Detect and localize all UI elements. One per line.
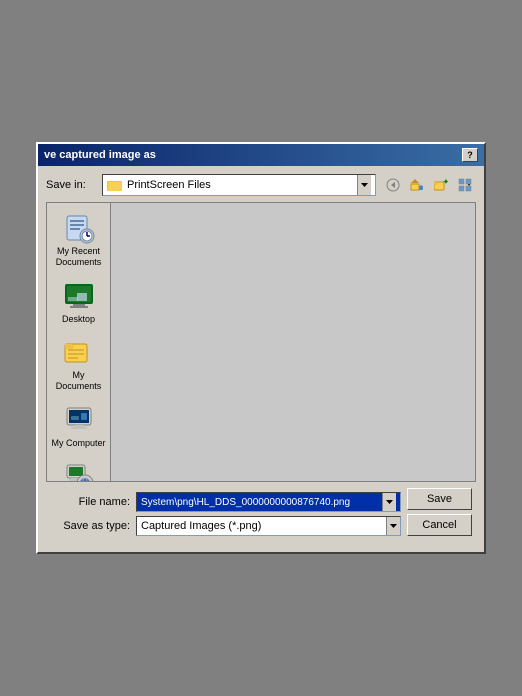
toolbar-buttons: ✦: [382, 174, 476, 196]
fields-container: File name: System\png\HL_DDS_00000000008…: [50, 492, 401, 536]
sidebar-item-recent[interactable]: My Recent Documents: [49, 207, 109, 273]
sidebar-item-computer[interactable]: My Computer: [49, 399, 109, 454]
computer-label: My Computer: [52, 438, 106, 449]
back-button[interactable]: [382, 174, 404, 196]
file-area[interactable]: [111, 202, 476, 482]
sidebar-item-desktop[interactable]: Desktop: [49, 275, 109, 330]
desktop-icon: [63, 280, 95, 312]
dialog-title: ve captured image as: [44, 149, 156, 161]
help-button[interactable]: ?: [462, 148, 478, 162]
sidebar-item-documents[interactable]: My Documents: [49, 331, 109, 397]
network-icon: [63, 461, 95, 482]
file-name-label: File name:: [50, 496, 130, 508]
save-as-label: Save as type:: [50, 520, 130, 532]
folder-dropdown-arrow[interactable]: [357, 175, 371, 195]
folder-icon: [107, 177, 123, 193]
folder-select-dropdown[interactable]: PrintScreen Files: [102, 174, 376, 196]
filetype-dropdown-arrow[interactable]: [386, 517, 400, 535]
action-buttons: Save Cancel: [407, 488, 472, 536]
recent-icon: [63, 212, 95, 244]
computer-icon: [63, 404, 95, 436]
cancel-button[interactable]: Cancel: [407, 514, 472, 536]
dialog-body: Save in: PrintScreen Files: [38, 166, 484, 552]
documents-label: My Documents: [52, 370, 106, 392]
sidebar-item-network[interactable]: My Network Places: [49, 456, 109, 482]
title-bar-controls: ?: [462, 148, 478, 162]
save-dialog: ve captured image as ? Save in: PrintScr…: [36, 142, 486, 554]
file-type-value: Captured Images (*.png): [141, 520, 386, 532]
filename-dropdown-arrow[interactable]: [382, 493, 396, 511]
save-in-row: Save in: PrintScreen Files: [46, 174, 476, 196]
bottom-section: File name: System\png\HL_DDS_00000000008…: [46, 488, 476, 544]
main-area: My Recent Documents Deskt: [46, 202, 476, 482]
current-folder: PrintScreen Files: [127, 179, 353, 191]
desktop-label: Desktop: [62, 314, 95, 325]
save-in-label: Save in:: [46, 179, 96, 191]
file-name-row: File name: System\png\HL_DDS_00000000008…: [50, 492, 401, 512]
file-type-select[interactable]: Captured Images (*.png): [136, 516, 401, 536]
up-folder-button[interactable]: [406, 174, 428, 196]
title-bar: ve captured image as ?: [38, 144, 484, 166]
svg-text:✦: ✦: [443, 178, 448, 186]
file-name-input[interactable]: System\png\HL_DDS_0000000000876740.png: [136, 492, 401, 512]
documents-icon: [63, 336, 95, 368]
recent-label: My Recent Documents: [52, 246, 106, 268]
file-name-value: System\png\HL_DDS_0000000000876740.png: [141, 497, 350, 508]
sidebar: My Recent Documents Deskt: [46, 202, 111, 482]
views-button[interactable]: [454, 174, 476, 196]
save-type-row: Save as type: Captured Images (*.png): [50, 516, 401, 536]
create-folder-button[interactable]: ✦: [430, 174, 452, 196]
save-button[interactable]: Save: [407, 488, 472, 510]
